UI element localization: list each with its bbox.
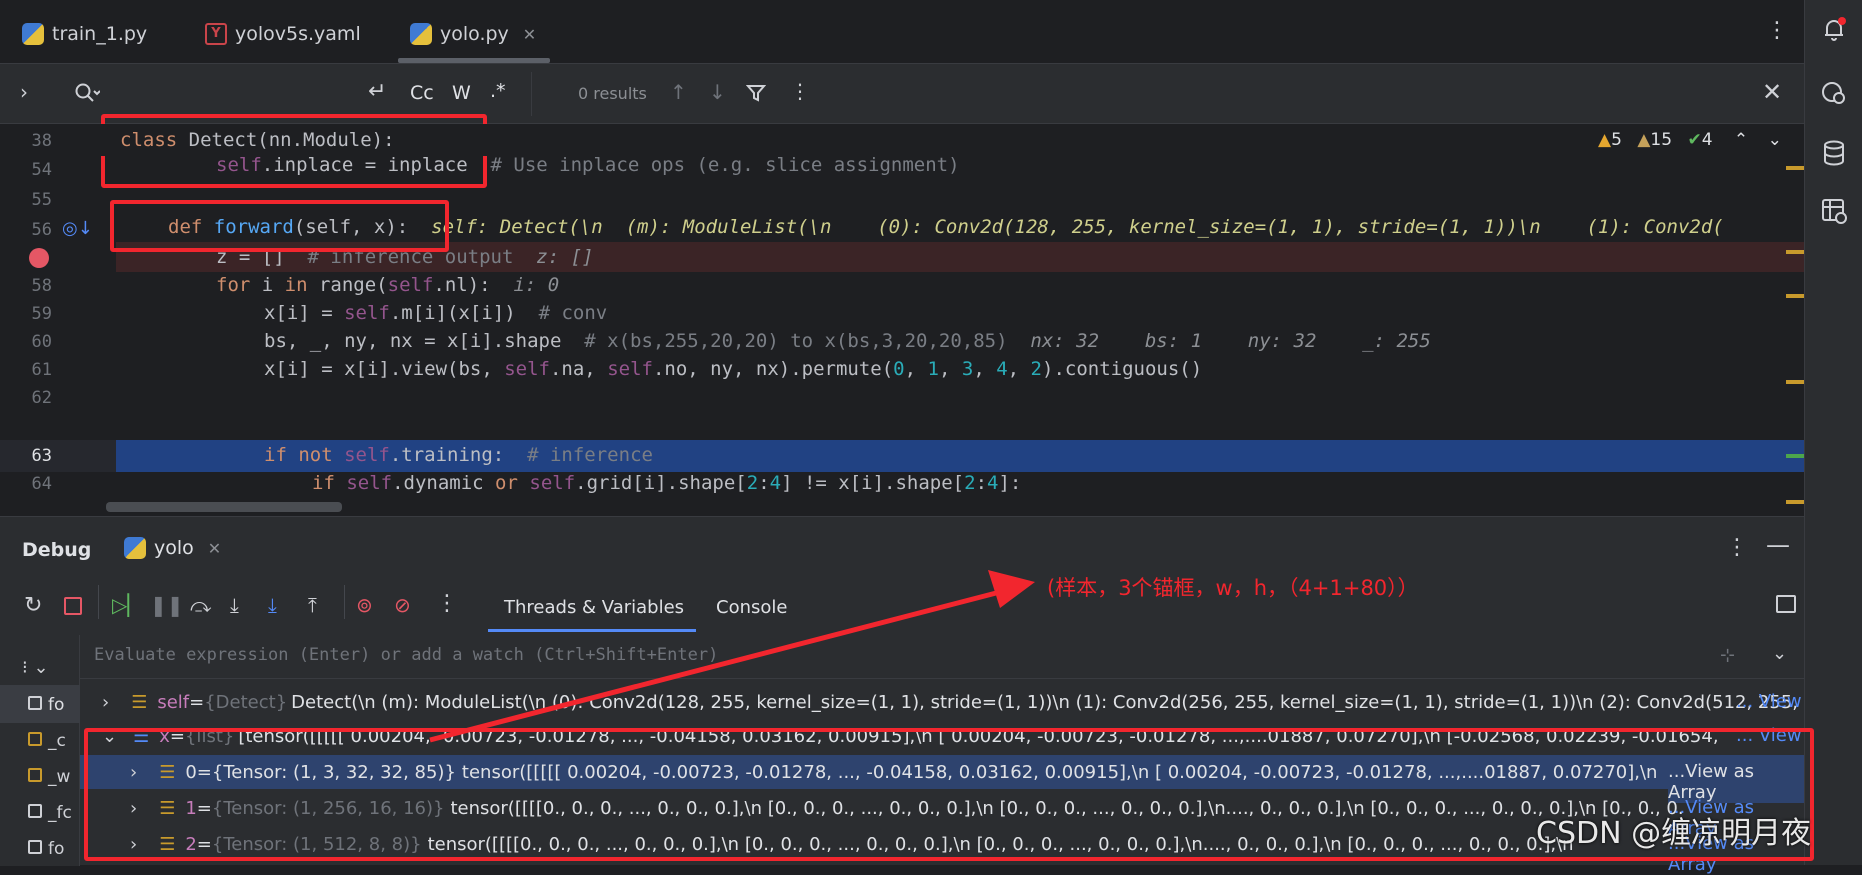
annotation-box-forward [110, 200, 449, 252]
warning-icon: ▲ [1598, 130, 1612, 150]
close-session-icon[interactable]: ✕ [208, 539, 221, 558]
annotation-text: (样本，3个锚框，w，h，（4+1+80）） [1047, 576, 1419, 600]
inspections-widget[interactable]: ▲5 ▲15 ✔4 ⌃ ⌄ [1598, 130, 1782, 150]
python-file-icon [124, 537, 146, 559]
typo-check-icon: ✔ [1687, 130, 1702, 150]
breakpoint-icon[interactable] [29, 248, 49, 268]
step-into-my-code-icon[interactable]: ⤓ [268, 593, 277, 617]
tab-console[interactable]: Console [716, 597, 787, 618]
tab-yolo[interactable]: yolo.py ✕ [410, 20, 536, 48]
frame-icon [28, 804, 42, 818]
more-actions-icon[interactable]: ⋮ [436, 591, 458, 616]
search-icon[interactable] [74, 82, 101, 110]
active-tab-indicator [488, 629, 696, 632]
editor-tab-bar: train_1.py Yyolov5s.yaml yolo.py ✕ ⋮ [0, 0, 1804, 64]
code-line-63[interactable]: if not self.training: # inference [264, 444, 653, 466]
debug-step-into-icon[interactable]: ◎↓ [62, 218, 93, 239]
error-stripe-mark[interactable] [1786, 454, 1804, 458]
python-file-icon [410, 23, 432, 45]
field-icon: ☰ [131, 691, 148, 713]
next-occurrence-icon[interactable]: ↓ [709, 80, 726, 104]
horizontal-scrollbar[interactable] [106, 502, 342, 512]
error-stripe-mark[interactable] [1786, 380, 1804, 384]
divider [531, 72, 532, 116]
error-stripe-mark[interactable] [1786, 166, 1804, 170]
tab-yolov5s-yaml[interactable]: Yyolov5s.yaml [205, 20, 361, 48]
pause-icon[interactable]: ❚❚ [150, 593, 184, 617]
sciview-icon[interactable] [1819, 196, 1849, 226]
frame-icon [28, 768, 42, 782]
divider [98, 585, 99, 619]
evaluate-expression-input[interactable]: Evaluate expression (Enter) or add a wat… [94, 645, 718, 665]
code-line-61[interactable]: x[i] = x[i].view(bs, self.na, self.no, n… [264, 358, 1202, 380]
watermark: CSDN @缠凉明月夜 [1536, 816, 1812, 851]
close-find-icon[interactable]: ✕ [1762, 78, 1782, 106]
add-watch-icon[interactable]: ⊹ [1720, 645, 1735, 666]
options-icon[interactable]: ⋮ [1726, 535, 1748, 560]
frame-item[interactable]: _fc [28, 803, 72, 823]
expand-icon[interactable]: ⌄ [1772, 643, 1787, 664]
mute-breakpoints-icon[interactable]: ⊘ [394, 593, 411, 617]
expand-arrow-icon[interactable]: › [102, 692, 109, 713]
whole-words-button[interactable]: W [452, 82, 471, 104]
expand-replace-icon[interactable]: › [20, 80, 28, 104]
frame-icon [28, 696, 42, 710]
error-stripe-mark[interactable] [1786, 500, 1804, 504]
close-tab-icon[interactable]: ✕ [523, 25, 536, 44]
tab-train-1[interactable]: train_1.py [22, 20, 147, 48]
divider [344, 585, 345, 619]
python-file-icon [22, 23, 44, 45]
frame-item[interactable]: _c [28, 731, 66, 751]
sticky-class-line[interactable]: class Detect(nn.Module): [120, 129, 395, 151]
resume-icon[interactable]: ▷▏ [112, 593, 143, 617]
sticky-lines: 38 class Detect(nn.Module): ▲5 ▲15 ✔4 ⌃ … [0, 124, 1804, 156]
frame-item[interactable]: fo [28, 839, 64, 859]
view-breakpoints-icon[interactable]: ⊚ [356, 593, 373, 617]
layout-icon[interactable] [1776, 595, 1796, 613]
results-count: 0 results [578, 84, 647, 103]
frame-icon [28, 840, 42, 854]
code-line-59[interactable]: x[i] = self.m[i](x[i]) # conv [264, 302, 607, 324]
error-stripe-mark[interactable] [1786, 250, 1804, 254]
debug-session-tab[interactable]: yolo ✕ [124, 537, 221, 559]
step-out-icon[interactable]: ⤒ [308, 593, 317, 617]
more-tabs-icon[interactable]: ⋮ [1766, 18, 1788, 43]
code-line-64[interactable]: if self.dynamic or self.grid[i].shape[2:… [312, 472, 1021, 494]
ai-assistant-icon[interactable] [1819, 78, 1849, 108]
step-into-icon[interactable]: ⤓ [230, 593, 239, 617]
next-highlight-icon[interactable]: ⌄ [1768, 130, 1782, 150]
code-line-60[interactable]: bs, _, ny, nx = x[i].shape # x(bs,255,20… [264, 330, 1431, 352]
minimize-icon[interactable]: — [1766, 531, 1790, 559]
tab-threads-variables[interactable]: Threads & Variables [504, 597, 684, 618]
match-case-button[interactable]: Cc [410, 82, 434, 104]
stop-icon[interactable] [64, 597, 82, 615]
yaml-file-icon: Y [205, 23, 227, 45]
previous-occurrence-icon[interactable]: ↑ [670, 80, 687, 104]
step-over-icon[interactable]: ⤼ [190, 593, 211, 617]
evaluate-bar: Evaluate expression (Enter) or add a wat… [80, 635, 1804, 679]
previous-highlight-icon[interactable]: ⌃ [1734, 130, 1748, 150]
debug-title: Debug [22, 539, 92, 561]
frames-filter-icon[interactable]: ⁝ ⌄ [22, 657, 49, 678]
weak-warning-icon: ▲ [1637, 130, 1651, 150]
notifications-icon[interactable] [1819, 14, 1849, 44]
variable-row-self[interactable]: › ☰ self = {Detect} Detect(\n (m): Modul… [80, 685, 1804, 719]
view-link[interactable]: ... View [1736, 691, 1802, 712]
code-line-58[interactable]: for i in range(self.nl): i: 0 [216, 274, 559, 296]
filter-icon[interactable] [745, 83, 767, 107]
more-options-icon[interactable]: ⋮ [790, 79, 810, 103]
frame-item[interactable]: fo [28, 695, 64, 715]
active-tab-indicator [398, 58, 550, 63]
frame-item[interactable]: _w [28, 767, 70, 787]
rerun-icon[interactable]: ↻ [24, 593, 42, 618]
error-stripe-mark[interactable] [1786, 294, 1804, 298]
frame-icon [28, 732, 42, 746]
newline-icon[interactable]: ↵ [368, 79, 386, 104]
regex-button[interactable]: .* [490, 80, 506, 102]
database-icon[interactable] [1819, 138, 1849, 168]
